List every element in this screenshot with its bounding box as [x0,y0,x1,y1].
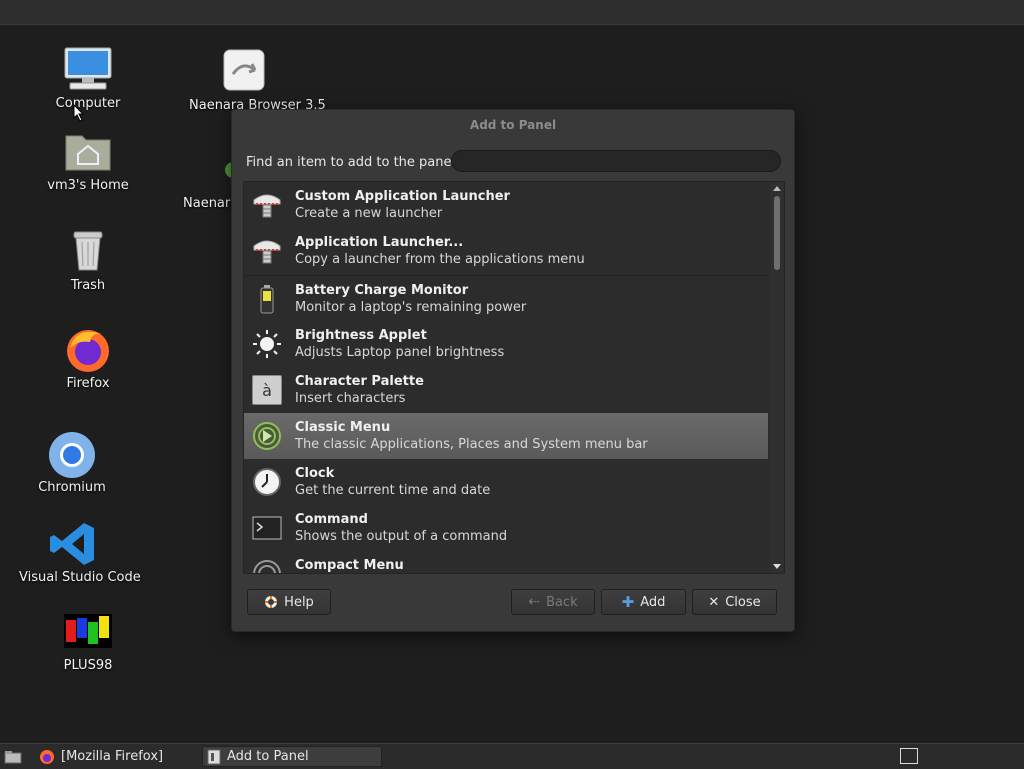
desktop-icon-naenara-browser[interactable]: Naenara Browser 3.5 [189,48,326,113]
find-label: Find an item to add to the panel: [246,155,460,170]
home-folder-icon [62,128,114,176]
back-arrow-icon: ⇠ [528,594,541,610]
show-desktop-icon [4,750,22,763]
list-item[interactable]: à Character Palette Insert characters [244,367,768,413]
back-label: Back [546,594,578,610]
battery-icon [252,284,282,314]
chromium-icon [46,430,98,478]
list-item[interactable]: Command Shows the output of a command [244,505,768,551]
item-name: Battery Charge Monitor [295,283,469,298]
task-label: Add to Panel [227,749,309,764]
item-name: Compact Menu [295,558,404,573]
desktop-icon-label: Visual Studio Code [19,570,141,585]
item-description: Copy a launcher from the applications me… [295,252,585,267]
trash-icon [62,228,114,276]
item-description: Insert characters [295,391,406,406]
item-description: Monitor a laptop's remaining power [295,300,527,315]
list-item[interactable]: Custom Application Launcher Create a new… [244,182,768,228]
brightness-icon [252,329,282,359]
desktop-icon-chromium[interactable]: Chromium [17,430,127,495]
launcher-icon [252,236,282,266]
list-scrollbar[interactable] [770,182,784,573]
menu-icon [252,559,282,573]
item-name: Character Palette [295,374,424,389]
desktop-icon-label: vm3's Home [47,178,129,193]
desktop-icon-label: Firefox [66,376,110,391]
list-item-selected[interactable]: Classic Menu The classic Applications, P… [244,413,768,459]
item-description: The classic Applications, Places and Sys… [295,437,648,452]
item-name: Command [295,512,368,527]
desktop-icon-plus98[interactable]: PLUS98 [33,608,143,673]
add-plus-icon: ✚ [621,593,635,611]
desktop-icon-home[interactable]: vm3's Home [33,128,143,193]
browser-icon [218,48,270,96]
menu-icon [252,421,282,451]
computer-icon [62,46,114,94]
list-item[interactable]: Brightness Applet Adjusts Laptop panel b… [244,321,768,367]
scrollbar-thumb[interactable] [774,196,780,270]
vscode-icon [48,520,100,568]
desktop-icon-computer[interactable]: Computer [33,46,143,111]
add-to-panel-dialog: Add to Panel Find an item to add to the … [231,109,795,632]
desktop-icon-label: Naenara [183,196,231,211]
item-description: Adjusts Laptop panel brightness [295,345,505,360]
add-label: Add [640,594,666,610]
character-glyph: à [262,380,272,400]
task-label: [Mozilla Firefox] [61,749,164,764]
desktop-icon-naenara[interactable]: Naenara [171,148,231,211]
help-label: Help [284,594,314,610]
plus98-icon [62,608,114,656]
taskbar: [Mozilla Firefox] Add to Panel [0,743,1024,769]
desktop-icon-trash[interactable]: Trash [33,228,143,293]
help-button[interactable]: Help [247,589,331,615]
clock-icon [252,467,282,497]
scroll-up-icon[interactable] [773,186,781,191]
close-label: Close [725,594,761,610]
add-button[interactable]: ✚ Add [601,589,686,615]
item-list[interactable]: Custom Application Launcher Create a new… [243,181,785,574]
list-item[interactable]: Battery Charge Monitor Monitor a laptop'… [244,275,768,322]
close-icon: ✕ [708,594,720,610]
desktop-icon-label: Trash [70,278,106,293]
dialog-title: Add to Panel [469,118,557,132]
back-button[interactable]: ⇠ Back [511,589,595,615]
firefox-icon [40,749,54,764]
list-item[interactable]: Clock Get the current time and date [244,459,768,505]
item-name: Custom Application Launcher [295,189,510,204]
firefox-icon [62,326,114,374]
item-name: Brightness Applet [295,328,427,343]
list-item[interactable]: Compact Menu [244,551,768,573]
item-name: Application Launcher... [295,235,464,250]
window-icon [207,749,221,764]
task-add-to-panel[interactable]: Add to Panel [202,746,382,767]
desktop-icon-firefox[interactable]: Firefox [33,326,143,391]
launcher-icon [252,190,282,220]
item-name: Clock [295,466,335,481]
character-icon: à [252,375,282,405]
naenara-icon [171,148,231,196]
item-name: Classic Menu [295,420,391,435]
item-description: Get the current time and date [295,483,491,498]
help-icon [265,596,278,608]
top-panel [0,0,1024,25]
desktop-icon-vscode[interactable]: Visual Studio Code [19,520,141,585]
mouse-cursor-icon [73,104,85,122]
desktop-icon-label: Computer [55,96,121,111]
item-description: Create a new launcher [295,206,443,221]
terminal-icon [252,513,282,543]
scroll-down-icon[interactable] [773,564,781,569]
task-firefox[interactable]: [Mozilla Firefox] [37,746,199,767]
search-input[interactable] [451,150,781,172]
show-desktop-button[interactable] [2,746,24,767]
desktop-icon-label: PLUS98 [63,658,113,673]
workspace-switcher[interactable] [900,748,918,764]
desktop-icon-label: Chromium [38,480,106,495]
item-description: Shows the output of a command [295,529,508,544]
close-button[interactable]: ✕ Close [692,589,777,615]
list-item[interactable]: Application Launcher... Copy a launcher … [244,228,768,274]
